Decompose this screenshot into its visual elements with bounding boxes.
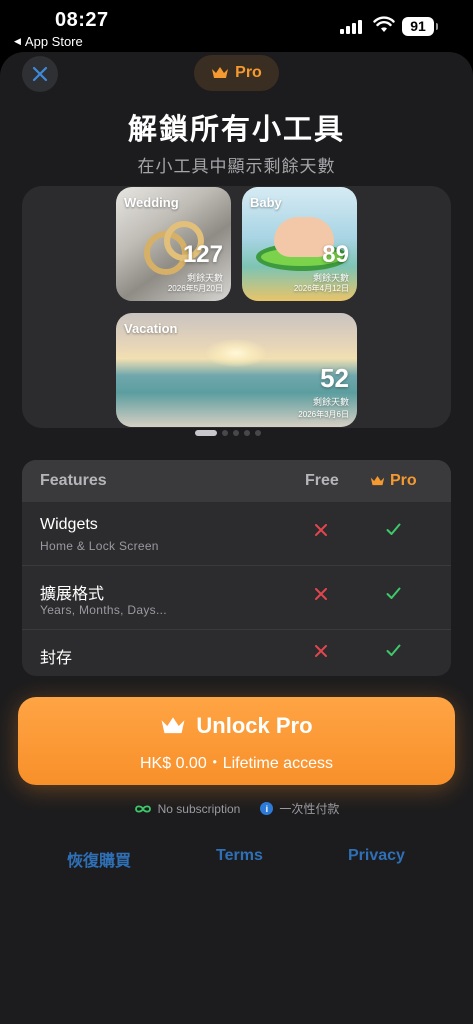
back-app-label: App Store [24,34,83,49]
widget-count: 89 [322,241,349,268]
pro-badge-label: Pro [235,64,262,81]
widget-baby: Baby 89 剩餘天數 2026年4月12日 [242,187,357,301]
paywall-sheet: Pro 解鎖所有小工具 在小工具中顯示剩餘天數 Wedding 127 剩餘天數… [0,52,473,1024]
one-time-label: 一次性付款 [279,802,340,816]
unlock-pro-button[interactable]: Unlock Pro HK$ 0.00・Lifetime access [18,697,455,785]
crown-icon [370,476,385,486]
widget-date: 2026年4月12日 [293,284,349,293]
widget-label: Vacation [124,321,178,336]
widget-count: 52 [320,363,349,393]
widget-date: 2026年3月6日 [298,410,349,419]
feature-title: 封存 [40,650,73,667]
back-triangle-icon: ◀ [14,36,21,46]
header-pro-label: Pro [390,472,417,489]
page-dot[interactable] [233,430,239,436]
check-icon [386,587,401,599]
close-button[interactable] [22,56,58,92]
feature-row: 封存 [22,630,451,676]
no-subscription-note: No subscription [134,800,241,817]
restore-purchase-link[interactable]: 恢復購買 [67,847,131,871]
privacy-link[interactable]: Privacy [348,847,405,865]
page-dot[interactable] [255,430,261,436]
terms-link[interactable]: Terms [216,847,263,865]
widget-count: 127 [182,241,223,268]
header-features: Features [40,472,107,489]
crown-icon [212,67,229,78]
widget-wedding: Wedding 127 剩餘天數 2026年5月20日 [116,187,231,301]
widget-date: 2026年5月20日 [167,284,223,293]
cellular-signal-icon [340,20,362,34]
unlock-title-label: Unlock Pro [196,713,313,738]
header-free: Free [305,472,339,489]
widget-preview-carousel[interactable]: Wedding 127 剩餘天數 2026年5月20日 Baby 89 剩餘天數… [22,186,451,428]
close-icon [32,66,48,82]
header-pro: Pro [370,472,417,490]
feature-title: Widgets [40,516,98,533]
battery-indicator: 91 [402,17,438,36]
back-to-app-store[interactable]: ◀ App Store [14,34,83,49]
widget-vacation: Vacation 52 剩餘天數 2026年3月6日 [116,313,357,427]
feature-row: Widgets Home & Lock Screen [22,502,451,566]
status-time: 08:27 [55,9,109,31]
purchase-assurances: No subscription i 一次性付款 [0,800,473,817]
cross-icon [315,524,327,536]
features-table: Features Free Pro Widgets Home & Lock Sc… [22,460,451,676]
feature-row: 擴展格式 Years, Months, Days... [22,566,451,630]
feature-title: 擴展格式 [40,586,105,603]
page-subtitle: 在小工具中顯示剩餘天數 [137,157,336,176]
one-time-payment-note: i 一次性付款 [260,800,339,817]
footer-links: 恢復購買 Terms Privacy [0,847,473,870]
cross-icon [315,645,327,657]
widget-unit: 剩餘天數 [312,397,349,407]
unlock-price: HK$ 0.00・Lifetime access [140,755,333,772]
cross-icon [315,588,327,600]
page-title: 解鎖所有小工具 [127,114,345,146]
crown-icon [161,717,185,734]
wifi-icon [373,16,395,32]
page-dot[interactable] [244,430,250,436]
no-subscription-label: No subscription [157,801,241,816]
infinity-icon [134,804,151,813]
status-bar: 08:27 ◀ App Store 91 [0,0,473,52]
feature-subtitle: Years, Months, Days... [40,603,167,617]
page-dot[interactable] [195,430,217,436]
features-header: Features Free Pro [22,460,451,502]
unlock-title: Unlock Pro [18,713,455,739]
check-icon [386,523,401,535]
widget-label: Baby [250,195,282,210]
check-icon [386,644,401,656]
info-icon: i [260,802,274,815]
feature-subtitle: Home & Lock Screen [40,539,159,553]
sunset-image [206,339,266,367]
widget-label: Wedding [124,195,179,210]
page-indicator[interactable] [195,430,261,436]
page-dot[interactable] [222,430,228,436]
pro-badge: Pro [194,55,279,91]
